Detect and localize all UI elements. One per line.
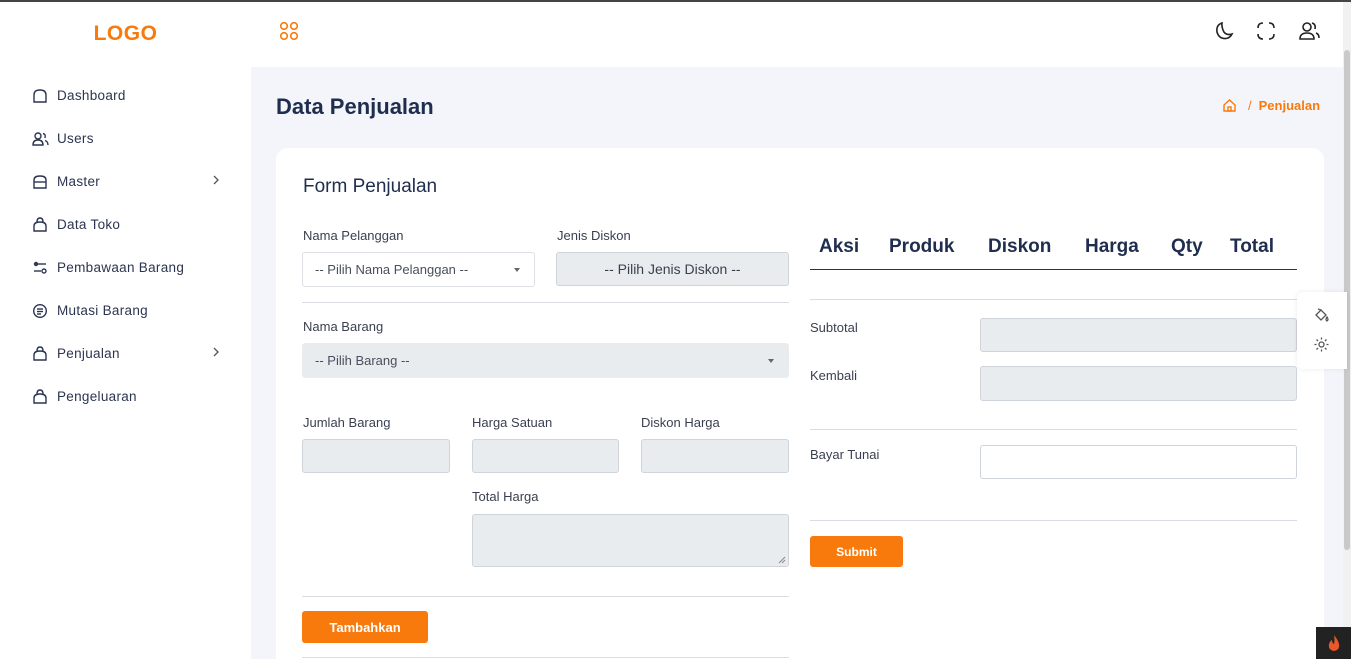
sidebar-item-users[interactable]: Users <box>0 117 251 160</box>
bayar-tunai-label: Bayar Tunai <box>810 447 880 462</box>
bag-icon <box>31 216 49 234</box>
top-border <box>0 0 1351 2</box>
harga-satuan-input[interactable] <box>472 439 619 473</box>
caret-down-icon <box>514 267 520 272</box>
fullscreen-icon[interactable] <box>1255 20 1277 42</box>
total-harga-label: Total Harga <box>472 489 539 504</box>
moon-icon[interactable] <box>1213 20 1235 42</box>
flame-icon <box>1328 635 1339 651</box>
chevron-right-icon <box>213 175 219 185</box>
jenis-diskon-label: Jenis Diskon <box>557 228 631 243</box>
sidebar-item-label: Users <box>57 131 94 146</box>
gear-icon[interactable] <box>1313 336 1330 353</box>
column-header-harga: Harga <box>1085 236 1139 257</box>
nama-barang-select-value: -- Pilih Barang -- <box>315 353 410 368</box>
breadcrumb: / Penjualan <box>1222 98 1320 113</box>
bag-icon <box>31 345 49 363</box>
jenis-diskon-select[interactable]: -- Pilih Jenis Diskon -- <box>556 252 789 286</box>
bayar-tunai-input[interactable] <box>980 445 1297 479</box>
submit-button[interactable]: Submit <box>810 536 903 567</box>
total-harga-textarea[interactable] <box>472 514 789 567</box>
paint-bucket-icon[interactable] <box>1313 307 1330 323</box>
apps-icon[interactable] <box>278 20 300 42</box>
sidebar-item-master[interactable]: Master <box>0 160 251 203</box>
diskon-harga-input[interactable] <box>641 439 789 473</box>
page-title: Data Penjualan <box>276 94 434 119</box>
home-icon[interactable] <box>1222 98 1237 113</box>
breadcrumb-current[interactable]: Penjualan <box>1259 98 1320 113</box>
sidebar-item-label: Pembawaan Barang <box>57 260 185 275</box>
sidebar: LOGO Dashboard Users Master Data Toko Pe… <box>0 2 251 659</box>
sidebar-item-label: Data Toko <box>57 217 121 232</box>
chevron-right-icon <box>213 347 219 357</box>
column-header-produk: Produk <box>889 236 955 257</box>
subtotal-input[interactable] <box>980 318 1297 352</box>
sidebar-item-label: Master <box>57 174 101 189</box>
user-icon[interactable] <box>1298 20 1320 42</box>
kembali-input[interactable] <box>980 366 1297 401</box>
subtotal-label: Subtotal <box>810 320 858 335</box>
column-header-qty: Qty <box>1171 236 1203 257</box>
divider <box>302 596 789 597</box>
divider <box>810 299 1297 300</box>
tambahkan-button[interactable]: Tambahkan <box>302 611 428 643</box>
column-header-total: Total <box>1230 236 1274 257</box>
sidebar-item-pembawaan-barang[interactable]: Pembawaan Barang <box>0 246 251 289</box>
filter-icon <box>31 259 49 277</box>
form-title: Form Penjualan <box>303 176 438 197</box>
harga-satuan-label: Harga Satuan <box>472 415 553 430</box>
sidebar-item-label: Dashboard <box>57 88 126 103</box>
caret-down-icon <box>768 358 774 363</box>
sidebar-item-label: Penjualan <box>57 346 120 361</box>
nama-pelanggan-select-value: -- Pilih Nama Pelanggan -- <box>315 262 469 277</box>
logo[interactable]: LOGO <box>0 22 251 46</box>
top-header <box>251 2 1351 67</box>
home-icon <box>31 87 49 105</box>
sidebar-item-pengeluaran[interactable]: Pengeluaran <box>0 375 251 418</box>
sidebar-item-dashboard[interactable]: Dashboard <box>0 74 251 117</box>
users-icon <box>31 130 49 148</box>
diskon-harga-label: Diskon Harga <box>641 415 720 430</box>
sidebar-item-penjualan[interactable]: Penjualan <box>0 332 251 375</box>
sidebar-item-data-toko[interactable]: Data Toko <box>0 203 251 246</box>
debug-toolbar-button[interactable] <box>1316 627 1351 659</box>
sidebar-item-mutasi-barang[interactable]: Mutasi Barang <box>0 289 251 332</box>
breadcrumb-separator: / <box>1248 98 1252 113</box>
sidebar-item-label: Pengeluaran <box>57 389 137 404</box>
kembali-label: Kembali <box>810 368 857 383</box>
sidebar-item-label: Mutasi Barang <box>57 303 148 318</box>
customizer-widget <box>1297 292 1347 369</box>
bag-icon <box>31 388 49 406</box>
folder-icon <box>31 173 49 191</box>
divider <box>810 429 1297 430</box>
divider <box>302 302 789 303</box>
nama-barang-label: Nama Barang <box>303 319 384 334</box>
sidebar-menu: Dashboard Users Master Data Toko Pembawa… <box>0 74 251 418</box>
divider <box>810 520 1297 521</box>
column-header-aksi: Aksi <box>819 236 860 257</box>
nama-pelanggan-select[interactable]: -- Pilih Nama Pelanggan -- <box>302 252 535 287</box>
resize-handle-icon[interactable] <box>778 556 786 564</box>
column-header-diskon: Diskon <box>988 236 1052 257</box>
list-icon <box>31 302 49 320</box>
jumlah-barang-input[interactable] <box>302 439 450 473</box>
divider <box>302 657 789 658</box>
jenis-diskon-select-value: -- Pilih Jenis Diskon -- <box>604 261 741 277</box>
form-card: Form Penjualan Nama Pelanggan -- Pilih N… <box>276 148 1324 659</box>
nama-pelanggan-label: Nama Pelanggan <box>303 228 404 243</box>
jumlah-barang-label: Jumlah Barang <box>303 415 391 430</box>
table-header-line <box>810 269 1297 270</box>
nama-barang-select[interactable]: -- Pilih Barang -- <box>302 343 789 378</box>
